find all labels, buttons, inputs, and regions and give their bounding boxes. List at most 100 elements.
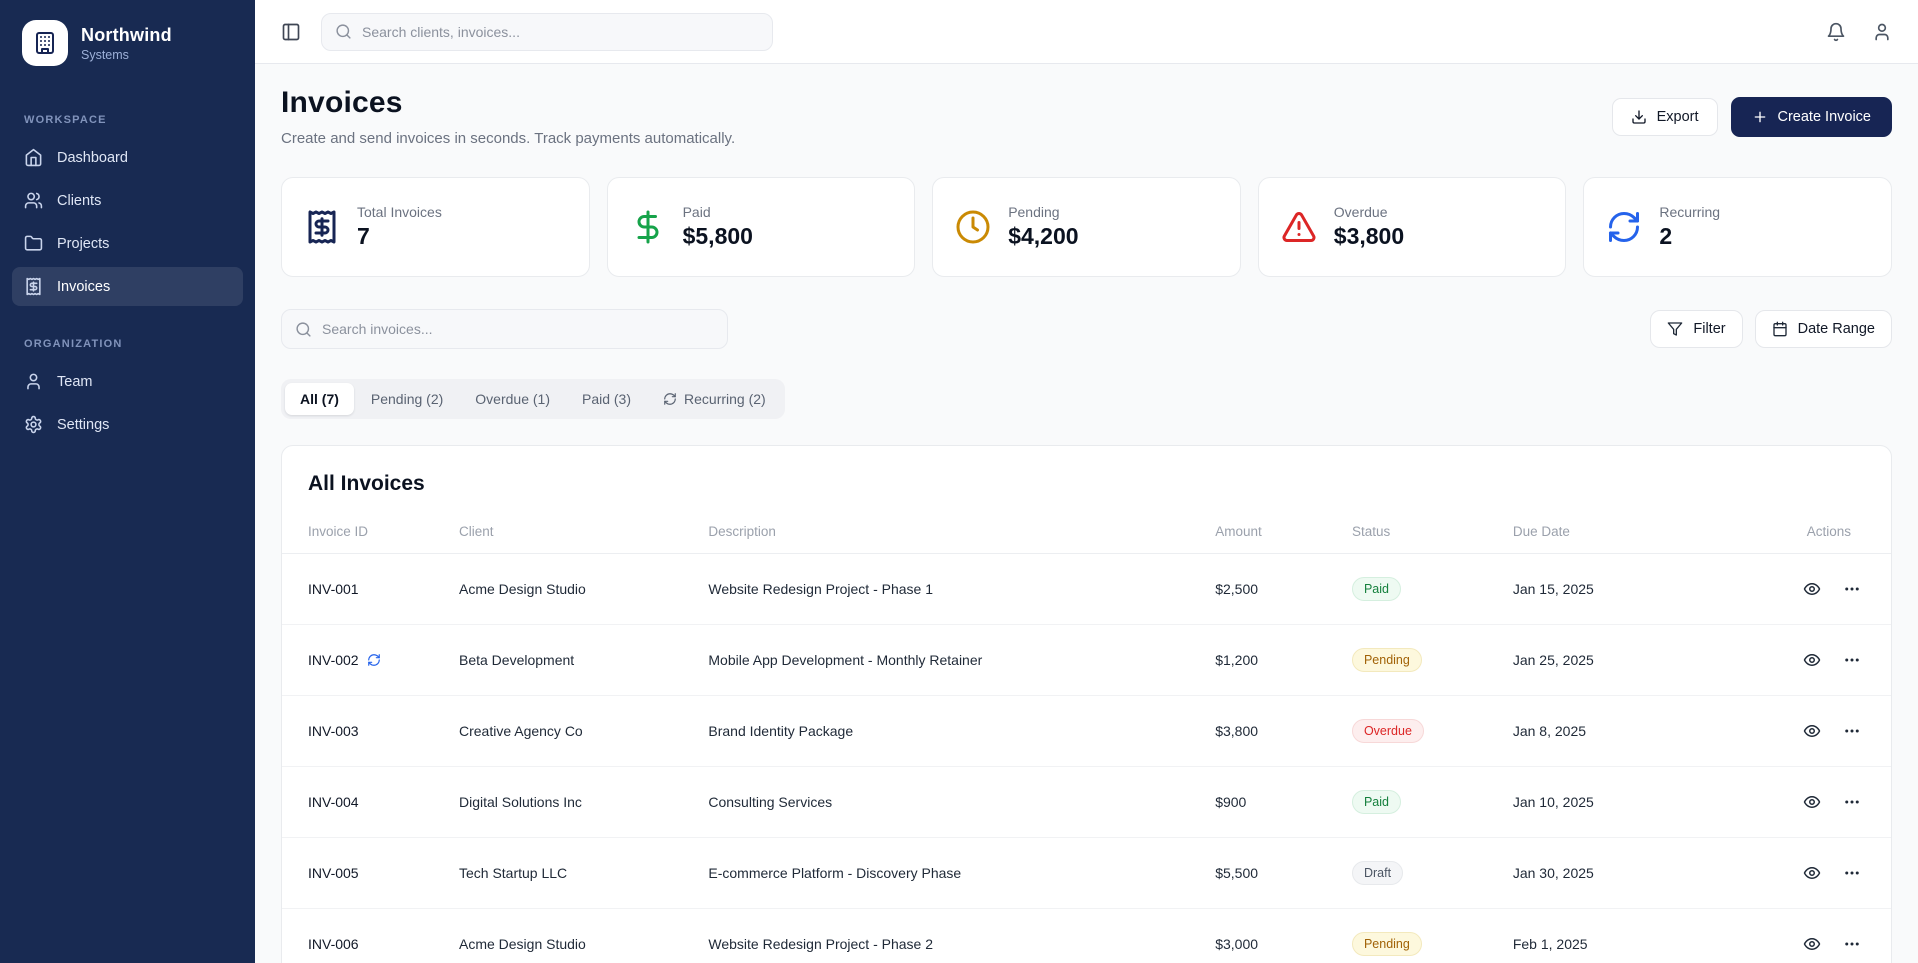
cell-description: Brand Identity Package	[708, 696, 1215, 767]
tab-recurring[interactable]: Recurring (2)	[648, 383, 781, 415]
funnel-icon	[1667, 321, 1683, 337]
cell-amount: $1,200	[1215, 625, 1352, 696]
user-menu-icon[interactable]	[1872, 22, 1892, 42]
cell-due-date: Jan 30, 2025	[1513, 838, 1770, 909]
sidebar-item-label: Invoices	[57, 279, 110, 295]
global-search	[321, 13, 773, 51]
brand-logo	[22, 20, 68, 66]
col-amount: Amount	[1215, 518, 1352, 554]
download-icon	[1631, 109, 1647, 125]
sidebar-section-organization: ORGANIZATION	[24, 338, 231, 350]
cell-description: Mobile App Development - Monthly Retaine…	[708, 625, 1215, 696]
tab-all[interactable]: All (7)	[285, 383, 354, 415]
tab-overdue[interactable]: Overdue (1)	[460, 383, 565, 415]
sidebar-item-settings[interactable]: Settings	[12, 405, 243, 444]
view-invoice-button[interactable]	[1803, 935, 1821, 953]
stat-label: Overdue	[1334, 204, 1404, 220]
bell-icon[interactable]	[1826, 22, 1846, 42]
view-invoice-button[interactable]	[1803, 580, 1821, 598]
table-row[interactable]: INV-006 Acme Design Studio Website Redes…	[282, 909, 1891, 963]
stat-card-overdue: Overdue $3,800	[1258, 177, 1567, 277]
col-status: Status	[1352, 518, 1513, 554]
sidebar-item-invoices[interactable]: Invoices	[12, 267, 243, 306]
brand-name: Northwind	[81, 25, 172, 46]
col-client: Client	[459, 518, 708, 554]
status-badge: Paid	[1352, 790, 1401, 814]
cell-client: Creative Agency Co	[459, 696, 708, 767]
home-icon	[24, 148, 43, 167]
col-invoice-id: Invoice ID	[282, 518, 459, 554]
more-actions-button[interactable]	[1843, 793, 1861, 811]
table-row[interactable]: INV-003 Creative Agency Co Brand Identit…	[282, 696, 1891, 767]
cell-client: Beta Development	[459, 625, 708, 696]
refresh-icon	[663, 392, 677, 406]
sidebar-item-clients[interactable]: Clients	[12, 181, 243, 220]
invoices-table-card: All Invoices Invoice ID Client Descripti…	[281, 445, 1892, 963]
cell-amount: $5,500	[1215, 838, 1352, 909]
stat-card-recurring: Recurring 2	[1583, 177, 1892, 277]
recurring-icon	[367, 653, 381, 667]
sidebar: Northwind Systems WORKSPACE Dashboard Cl…	[0, 0, 255, 963]
table-row[interactable]: INV-004 Digital Solutions Inc Consulting…	[282, 767, 1891, 838]
sidebar-item-projects[interactable]: Projects	[12, 224, 243, 263]
users-icon	[24, 191, 43, 210]
cell-due-date: Jan 15, 2025	[1513, 554, 1770, 625]
table-row[interactable]: INV-002 Beta Development Mobile App Deve…	[282, 625, 1891, 696]
cell-due-date: Feb 1, 2025	[1513, 909, 1770, 963]
folder-icon	[24, 234, 43, 253]
stat-label: Pending	[1008, 204, 1078, 220]
status-tabs: All (7) Pending (2) Overdue (1) Paid (3)…	[281, 379, 785, 419]
cell-client: Digital Solutions Inc	[459, 767, 708, 838]
create-invoice-button[interactable]: Create Invoice	[1731, 97, 1893, 137]
calendar-icon	[1772, 321, 1788, 337]
view-invoice-button[interactable]	[1803, 793, 1821, 811]
sidebar-item-team[interactable]: Team	[12, 362, 243, 401]
status-badge: Draft	[1352, 861, 1403, 885]
status-badge: Pending	[1352, 932, 1422, 956]
stat-value: $4,200	[1008, 223, 1078, 250]
cell-amount: $3,800	[1215, 696, 1352, 767]
stat-value: 2	[1659, 223, 1720, 250]
stat-value: $3,800	[1334, 223, 1404, 250]
refresh-icon	[1606, 209, 1642, 245]
stat-label: Total Invoices	[357, 204, 442, 220]
stat-card-total-invoices: Total Invoices 7	[281, 177, 590, 277]
status-badge: Paid	[1352, 577, 1401, 601]
main-area: Invoices Create and send invoices in sec…	[255, 0, 1918, 963]
view-invoice-button[interactable]	[1803, 722, 1821, 740]
invoice-search-input[interactable]	[322, 321, 714, 337]
table-row[interactable]: INV-005 Tech Startup LLC E-commerce Plat…	[282, 838, 1891, 909]
tab-paid[interactable]: Paid (3)	[567, 383, 646, 415]
building-icon	[33, 31, 57, 55]
filter-button[interactable]: Filter	[1650, 310, 1742, 348]
more-actions-button[interactable]	[1843, 651, 1861, 669]
user-icon	[24, 372, 43, 391]
cell-client: Acme Design Studio	[459, 909, 708, 963]
invoice-search	[281, 309, 728, 349]
page-title: Invoices	[281, 86, 735, 120]
status-badge: Overdue	[1352, 719, 1424, 743]
sidebar-toggle-icon[interactable]	[281, 22, 301, 42]
tab-pending[interactable]: Pending (2)	[356, 383, 458, 415]
more-actions-button[interactable]	[1843, 580, 1861, 598]
col-description: Description	[708, 518, 1215, 554]
view-invoice-button[interactable]	[1803, 651, 1821, 669]
date-range-button[interactable]: Date Range	[1755, 310, 1892, 348]
sidebar-item-dashboard[interactable]: Dashboard	[12, 138, 243, 177]
cell-due-date: Jan 10, 2025	[1513, 767, 1770, 838]
table-header-row: Invoice ID Client Description Amount Sta…	[282, 518, 1891, 554]
cell-description: Website Redesign Project - Phase 2	[708, 909, 1215, 963]
export-button[interactable]: Export	[1612, 98, 1718, 136]
more-actions-button[interactable]	[1843, 935, 1861, 953]
more-actions-button[interactable]	[1843, 722, 1861, 740]
stat-value: 7	[357, 223, 442, 250]
more-actions-button[interactable]	[1843, 864, 1861, 882]
global-search-input[interactable]	[362, 24, 759, 40]
gear-icon	[24, 415, 43, 434]
cell-due-date: Jan 25, 2025	[1513, 625, 1770, 696]
table-row[interactable]: INV-001 Acme Design Studio Website Redes…	[282, 554, 1891, 625]
cell-due-date: Jan 8, 2025	[1513, 696, 1770, 767]
stat-card-paid: Paid $5,800	[607, 177, 916, 277]
cell-client: Tech Startup LLC	[459, 838, 708, 909]
view-invoice-button[interactable]	[1803, 864, 1821, 882]
